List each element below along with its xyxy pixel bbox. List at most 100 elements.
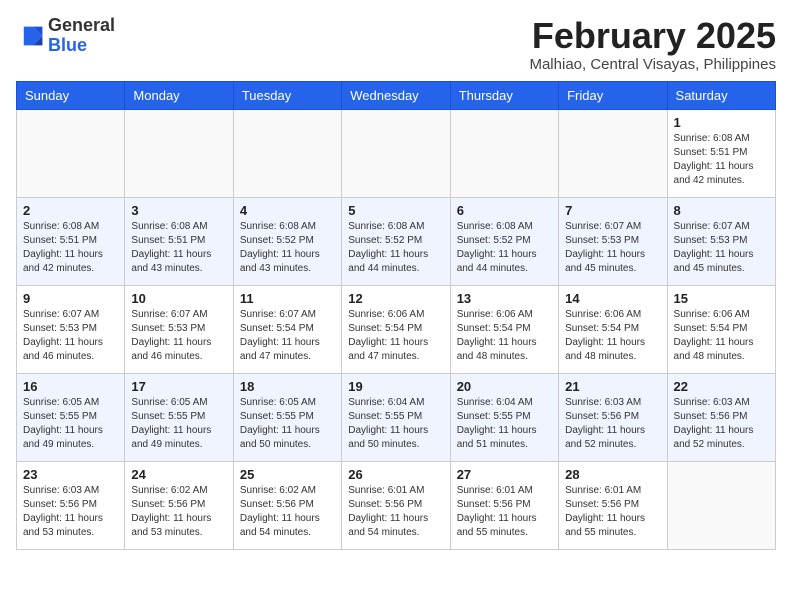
day-number: 11 (240, 291, 335, 306)
day-info: Sunrise: 6:08 AMSunset: 5:52 PMDaylight:… (348, 220, 443, 276)
weekday-header-friday: Friday (559, 81, 667, 109)
calendar-cell: 7 Sunrise: 6:07 AMSunset: 5:53 PMDaylight… (559, 197, 667, 285)
day-info: Sunrise: 6:01 AMSunset: 5:56 PMDaylight:… (348, 484, 443, 540)
calendar-week-row: 16 Sunrise: 6:05 AMSunset: 5:55 PMDayligh… (17, 373, 776, 461)
day-info: Sunrise: 6:06 AMSunset: 5:54 PMDaylight:… (674, 308, 769, 364)
calendar-cell (342, 109, 450, 197)
day-number: 6 (457, 203, 552, 218)
day-info: Sunrise: 6:01 AMSunset: 5:56 PMDaylight:… (565, 484, 660, 540)
calendar-week-row: 1 Sunrise: 6:08 AMSunset: 5:51 PMDaylight… (17, 109, 776, 197)
day-info: Sunrise: 6:08 AMSunset: 5:52 PMDaylight:… (240, 220, 335, 276)
day-number: 17 (131, 379, 226, 394)
calendar-cell: 25 Sunrise: 6:02 AMSunset: 5:56 PMDayligh… (233, 461, 341, 549)
calendar-cell: 14Sunrise: 6:06 AMSunset: 5:54 PMDayligh… (559, 285, 667, 373)
day-number: 22 (674, 379, 769, 394)
calendar-cell (559, 109, 667, 197)
calendar-cell: 20 Sunrise: 6:04 AMSunset: 5:55 PMDayligh… (450, 373, 558, 461)
calendar-cell: 17Sunrise: 6:05 AMSunset: 5:55 PMDayligh… (125, 373, 233, 461)
day-number: 26 (348, 467, 443, 482)
calendar-cell: 27Sunrise: 6:01 AMSunset: 5:56 PMDayligh… (450, 461, 558, 549)
weekday-header-thursday: Thursday (450, 81, 558, 109)
day-info: Sunrise: 6:05 AMSunset: 5:55 PMDaylight:… (240, 396, 335, 452)
logo-text: General Blue (48, 16, 115, 56)
calendar-week-row: 23Sunrise: 6:03 AMSunset: 5:56 PMDayligh… (17, 461, 776, 549)
calendar-cell: 11 Sunrise: 6:07 AMSunset: 5:54 PMDayligh… (233, 285, 341, 373)
calendar-cell: 19 Sunrise: 6:04 AMSunset: 5:55 PMDayligh… (342, 373, 450, 461)
day-info: Sunrise: 6:04 AMSunset: 5:55 PMDaylight:… (348, 396, 443, 452)
day-info: Sunrise: 6:04 AMSunset: 5:55 PMDaylight:… (457, 396, 552, 452)
calendar-cell: 5 Sunrise: 6:08 AMSunset: 5:52 PMDaylight… (342, 197, 450, 285)
day-number: 23 (23, 467, 118, 482)
calendar-cell (450, 109, 558, 197)
day-info: Sunrise: 6:05 AMSunset: 5:55 PMDaylight:… (23, 396, 118, 452)
weekday-header-monday: Monday (125, 81, 233, 109)
weekday-header-wednesday: Wednesday (342, 81, 450, 109)
calendar-cell: 22 Sunrise: 6:03 AMSunset: 5:56 PMDayligh… (667, 373, 775, 461)
day-info: Sunrise: 6:02 AMSunset: 5:56 PMDaylight:… (131, 484, 226, 540)
day-info: Sunrise: 6:06 AMSunset: 5:54 PMDaylight:… (457, 308, 552, 364)
calendar-cell: 12 Sunrise: 6:06 AMSunset: 5:54 PMDayligh… (342, 285, 450, 373)
day-number: 2 (23, 203, 118, 218)
day-number: 15 (674, 291, 769, 306)
day-number: 16 (23, 379, 118, 394)
day-info: Sunrise: 6:03 AMSunset: 5:56 PMDaylight:… (565, 396, 660, 452)
day-info: Sunrise: 6:06 AMSunset: 5:54 PMDaylight:… (348, 308, 443, 364)
calendar-cell (667, 461, 775, 549)
calendar-cell: 6Sunrise: 6:08 AMSunset: 5:52 PMDaylight… (450, 197, 558, 285)
day-number: 28 (565, 467, 660, 482)
calendar-cell: 23Sunrise: 6:03 AMSunset: 5:56 PMDayligh… (17, 461, 125, 549)
day-number: 10 (131, 291, 226, 306)
calendar-cell: 24 Sunrise: 6:02 AMSunset: 5:56 PMDayligh… (125, 461, 233, 549)
calendar-cell: 1 Sunrise: 6:08 AMSunset: 5:51 PMDaylight… (667, 109, 775, 197)
location: Malhiao, Central Visayas, Philippines (529, 56, 776, 73)
day-info: Sunrise: 6:07 AMSunset: 5:53 PMDaylight:… (23, 308, 118, 364)
calendar-week-row: 2Sunrise: 6:08 AMSunset: 5:51 PMDaylight… (17, 197, 776, 285)
day-number: 5 (348, 203, 443, 218)
day-number: 21 (565, 379, 660, 394)
calendar-cell (233, 109, 341, 197)
day-number: 20 (457, 379, 552, 394)
calendar-week-row: 9 Sunrise: 6:07 AMSunset: 5:53 PMDaylight… (17, 285, 776, 373)
day-info: Sunrise: 6:07 AMSunset: 5:53 PMDaylight:… (674, 220, 769, 276)
calendar-table: SundayMondayTuesdayWednesdayThursdayFrid… (16, 81, 776, 550)
calendar-cell: 4Sunrise: 6:08 AMSunset: 5:52 PMDaylight… (233, 197, 341, 285)
calendar-cell: 13 Sunrise: 6:06 AMSunset: 5:54 PMDayligh… (450, 285, 558, 373)
day-info: Sunrise: 6:06 AMSunset: 5:54 PMDaylight:… (565, 308, 660, 364)
day-info: Sunrise: 6:07 AMSunset: 5:53 PMDaylight:… (565, 220, 660, 276)
logo-general: General (48, 15, 115, 35)
calendar-cell: 26 Sunrise: 6:01 AMSunset: 5:56 PMDayligh… (342, 461, 450, 549)
day-number: 18 (240, 379, 335, 394)
calendar-cell: 15 Sunrise: 6:06 AMSunset: 5:54 PMDayligh… (667, 285, 775, 373)
calendar-cell: 2Sunrise: 6:08 AMSunset: 5:51 PMDaylight… (17, 197, 125, 285)
day-number: 8 (674, 203, 769, 218)
calendar-cell (125, 109, 233, 197)
day-number: 7 (565, 203, 660, 218)
day-info: Sunrise: 6:07 AMSunset: 5:53 PMDaylight:… (131, 308, 226, 364)
day-number: 24 (131, 467, 226, 482)
day-number: 3 (131, 203, 226, 218)
calendar-cell: 18 Sunrise: 6:05 AMSunset: 5:55 PMDayligh… (233, 373, 341, 461)
weekday-header-row: SundayMondayTuesdayWednesdayThursdayFrid… (17, 81, 776, 109)
day-number: 1 (674, 115, 769, 130)
weekday-header-tuesday: Tuesday (233, 81, 341, 109)
day-number: 13 (457, 291, 552, 306)
page-header: General Blue February 2025 Malhiao, Cent… (16, 16, 776, 73)
calendar-cell: 21 Sunrise: 6:03 AMSunset: 5:56 PMDayligh… (559, 373, 667, 461)
calendar-cell: 16 Sunrise: 6:05 AMSunset: 5:55 PMDayligh… (17, 373, 125, 461)
day-number: 9 (23, 291, 118, 306)
day-info: Sunrise: 6:02 AMSunset: 5:56 PMDaylight:… (240, 484, 335, 540)
day-info: Sunrise: 6:03 AMSunset: 5:56 PMDaylight:… (674, 396, 769, 452)
day-number: 19 (348, 379, 443, 394)
day-info: Sunrise: 6:07 AMSunset: 5:54 PMDaylight:… (240, 308, 335, 364)
day-info: Sunrise: 6:01 AMSunset: 5:56 PMDaylight:… (457, 484, 552, 540)
logo-icon (16, 22, 44, 50)
weekday-header-saturday: Saturday (667, 81, 775, 109)
title-block: February 2025 Malhiao, Central Visayas, … (529, 16, 776, 73)
calendar-cell: 9 Sunrise: 6:07 AMSunset: 5:53 PMDaylight… (17, 285, 125, 373)
logo-blue: Blue (48, 35, 87, 55)
day-number: 12 (348, 291, 443, 306)
day-number: 25 (240, 467, 335, 482)
calendar-cell (17, 109, 125, 197)
month-title: February 2025 (529, 16, 776, 56)
day-info: Sunrise: 6:08 AMSunset: 5:51 PMDaylight:… (674, 132, 769, 188)
